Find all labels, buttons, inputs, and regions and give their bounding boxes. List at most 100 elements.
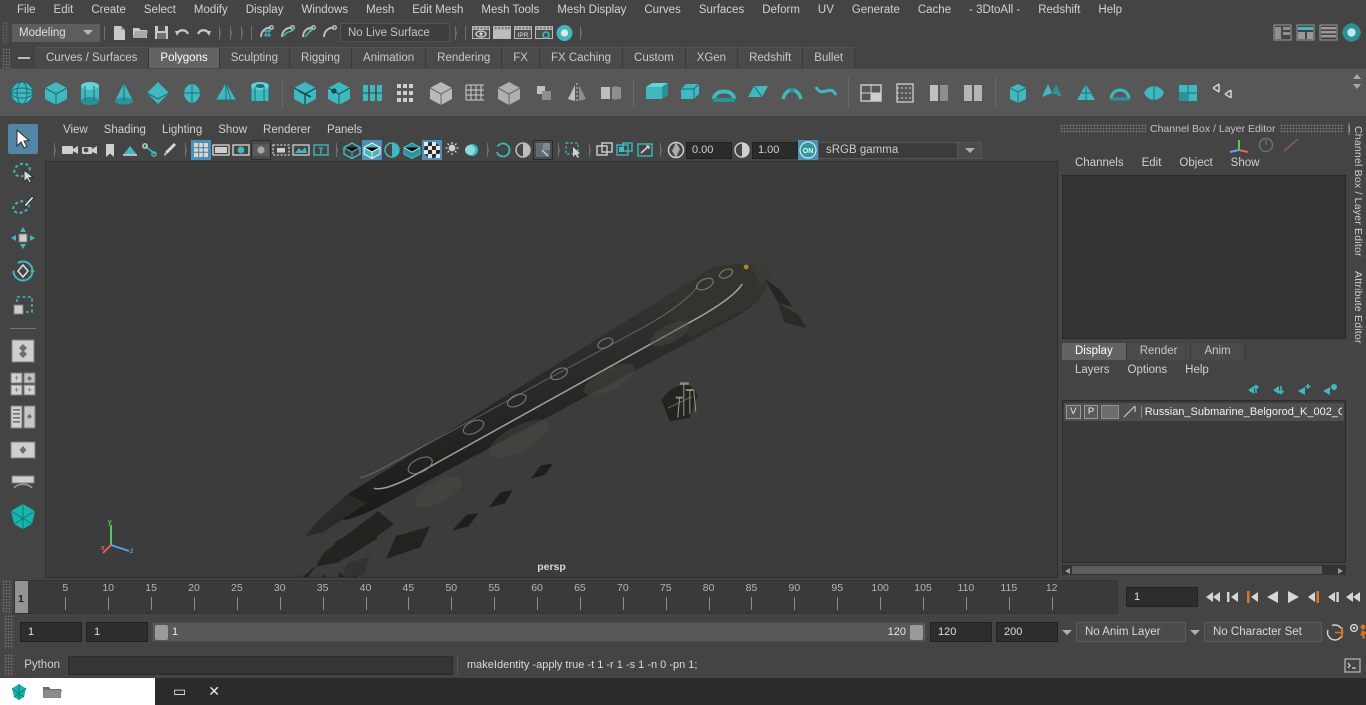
select-tool-button[interactable] bbox=[7, 124, 38, 154]
time-slider[interactable]: 1 5 10 15 20 25 30 35 40 45 50 55 60 65 70 75 80 85 90 95 1… bbox=[14, 580, 1118, 614]
undo-icon[interactable] bbox=[172, 22, 193, 43]
sidebar-toggle-icon[interactable] bbox=[1272, 22, 1293, 43]
channel-box-content[interactable] bbox=[1062, 175, 1346, 339]
smooth-shade-all-icon[interactable] bbox=[382, 140, 402, 160]
layers-menu[interactable]: Layers bbox=[1066, 363, 1119, 377]
use-all-lights-icon[interactable] bbox=[422, 140, 442, 160]
playback-end-time-field[interactable]: 120 bbox=[930, 622, 992, 642]
grid-toggle-icon[interactable] bbox=[191, 140, 211, 160]
poly-torus-icon[interactable] bbox=[142, 77, 174, 109]
layer-playback-toggle[interactable]: P bbox=[1083, 404, 1099, 419]
range-left-grab[interactable] bbox=[155, 624, 168, 640]
range-right-grab[interactable] bbox=[910, 624, 923, 640]
mirror-geometry-icon[interactable] bbox=[561, 77, 593, 109]
menu-select[interactable]: Select bbox=[135, 2, 185, 18]
transfer-attributes-icon[interactable] bbox=[1138, 77, 1170, 109]
poly-reduce-icon[interactable] bbox=[1070, 77, 1102, 109]
ipr-render-icon[interactable]: IPR bbox=[512, 22, 533, 43]
move-layer-up-icon[interactable] bbox=[1247, 383, 1263, 396]
shelf-scroll-arrows[interactable] bbox=[1350, 72, 1364, 91]
new-layer-icon[interactable] bbox=[1297, 383, 1313, 396]
poly-extract-icon[interactable] bbox=[1002, 77, 1034, 109]
poly-pipe-icon[interactable] bbox=[244, 77, 276, 109]
help-menu[interactable]: Help bbox=[1176, 363, 1218, 377]
xray-mode-icon[interactable] bbox=[342, 140, 362, 160]
go-to-start-icon[interactable] bbox=[1204, 586, 1222, 608]
menu-windows[interactable]: Windows bbox=[292, 2, 357, 18]
append-polygon-icon[interactable] bbox=[742, 77, 774, 109]
auto-key-icon[interactable] bbox=[1326, 621, 1344, 643]
film-origin-icon[interactable] bbox=[271, 140, 291, 160]
minimize-icon[interactable]: ▭ bbox=[173, 683, 186, 700]
scroll-left-arrow-icon[interactable] bbox=[1064, 566, 1072, 574]
time-slider-grip[interactable] bbox=[2, 580, 12, 614]
sculpt-grid-icon[interactable] bbox=[459, 77, 491, 109]
shelf-tab-fx[interactable]: FX bbox=[502, 47, 540, 68]
viewport-menu-show[interactable]: Show bbox=[210, 123, 255, 137]
step-back-keyframe-icon[interactable] bbox=[1224, 586, 1242, 608]
attribute-editor-toggle-icon[interactable] bbox=[1318, 22, 1339, 43]
tool-settings-toggle-icon[interactable] bbox=[1341, 22, 1362, 43]
layer-list-horizontal-scrollbar[interactable] bbox=[1062, 565, 1346, 575]
save-scene-icon[interactable] bbox=[151, 22, 172, 43]
animation-end-time-field[interactable]: 200 bbox=[996, 622, 1058, 642]
move-tool-button[interactable] bbox=[8, 223, 38, 253]
snap-to-point-icon[interactable] bbox=[298, 22, 319, 43]
render-view-icon[interactable] bbox=[470, 22, 491, 43]
menu-mesh-display[interactable]: Mesh Display bbox=[548, 2, 635, 18]
layer-list[interactable]: V P Russian_Submarine_Belgorod_K_002_O bbox=[1062, 399, 1346, 563]
grease-pencil-icon[interactable] bbox=[160, 140, 180, 160]
taskbar-active-group[interactable] bbox=[0, 678, 155, 705]
options-menu[interactable]: Options bbox=[1119, 363, 1177, 377]
menu-modify[interactable]: Modify bbox=[185, 2, 237, 18]
shelf-tab-rigging[interactable]: Rigging bbox=[290, 47, 353, 68]
poly-platonic-icon[interactable] bbox=[357, 77, 389, 109]
step-forward-frame-icon[interactable] bbox=[1304, 586, 1322, 608]
status-line-grip[interactable] bbox=[2, 21, 9, 44]
poly-svg-icon[interactable] bbox=[425, 77, 457, 109]
poly-cone-icon[interactable] bbox=[108, 77, 140, 109]
boolean-icon[interactable] bbox=[493, 77, 525, 109]
character-set-selector[interactable]: No Character Set bbox=[1204, 622, 1322, 642]
mesh-cleanup-icon[interactable] bbox=[1172, 77, 1204, 109]
shelf-tab-sculpting[interactable]: Sculpting bbox=[219, 47, 291, 68]
layout-single-pane-button[interactable] bbox=[8, 336, 38, 366]
go-to-end-icon[interactable] bbox=[1344, 586, 1362, 608]
shelf-tab-rendering[interactable]: Rendering bbox=[426, 47, 503, 68]
x-ray-joints-icon[interactable] bbox=[615, 140, 635, 160]
shelf-menu-icon[interactable] bbox=[13, 47, 35, 68]
animation-start-time-field[interactable]: 1 bbox=[20, 622, 82, 642]
gate-mask-icon[interactable] bbox=[251, 140, 271, 160]
object-menu[interactable]: Object bbox=[1170, 156, 1221, 170]
redo-icon[interactable] bbox=[193, 22, 214, 43]
panel-grip-right[interactable] bbox=[1279, 124, 1344, 133]
screen-space-ambient-occlusion-icon[interactable] bbox=[462, 140, 482, 160]
bookmarks-icon[interactable] bbox=[100, 140, 120, 160]
menu-edit[interactable]: Edit bbox=[45, 2, 83, 18]
viewport-menu-view[interactable]: View bbox=[55, 123, 96, 137]
panel-grip[interactable] bbox=[1060, 124, 1146, 133]
camera-attributes-icon[interactable] bbox=[80, 140, 100, 160]
poly-soccer-ball-icon[interactable] bbox=[323, 77, 355, 109]
isolate-select-icon[interactable] bbox=[564, 140, 584, 160]
scale-tool-button[interactable] bbox=[8, 289, 38, 319]
select-camera-icon[interactable] bbox=[60, 140, 80, 160]
play-forwards-icon[interactable] bbox=[1284, 586, 1302, 608]
step-forward-keyframe-icon[interactable] bbox=[1324, 586, 1342, 608]
exposure-value-field[interactable]: 0.00 bbox=[686, 141, 732, 159]
exposure-icon[interactable] bbox=[291, 140, 311, 160]
shelf-tab-xgen[interactable]: XGen bbox=[685, 47, 739, 68]
combine-icon[interactable] bbox=[527, 77, 559, 109]
move-layer-down-icon[interactable] bbox=[1272, 383, 1288, 396]
channels-menu[interactable]: Channels bbox=[1066, 156, 1133, 170]
menu-curves[interactable]: Curves bbox=[635, 2, 689, 18]
animation-preferences-icon[interactable] bbox=[1348, 621, 1366, 643]
quad-draw-icon[interactable] bbox=[855, 77, 887, 109]
layer-name[interactable]: Russian_Submarine_Belgorod_K_002_O bbox=[1140, 405, 1342, 418]
edit-menu[interactable]: Edit bbox=[1133, 156, 1171, 170]
multi-cut-icon[interactable] bbox=[776, 77, 808, 109]
diagonal-line-icon[interactable] bbox=[1282, 137, 1300, 153]
viewport-menu-panels[interactable]: Panels bbox=[319, 123, 370, 137]
menu-display[interactable]: Display bbox=[237, 2, 293, 18]
vertical-tab-attribute-editor[interactable]: Attribute Editor bbox=[1352, 271, 1364, 344]
